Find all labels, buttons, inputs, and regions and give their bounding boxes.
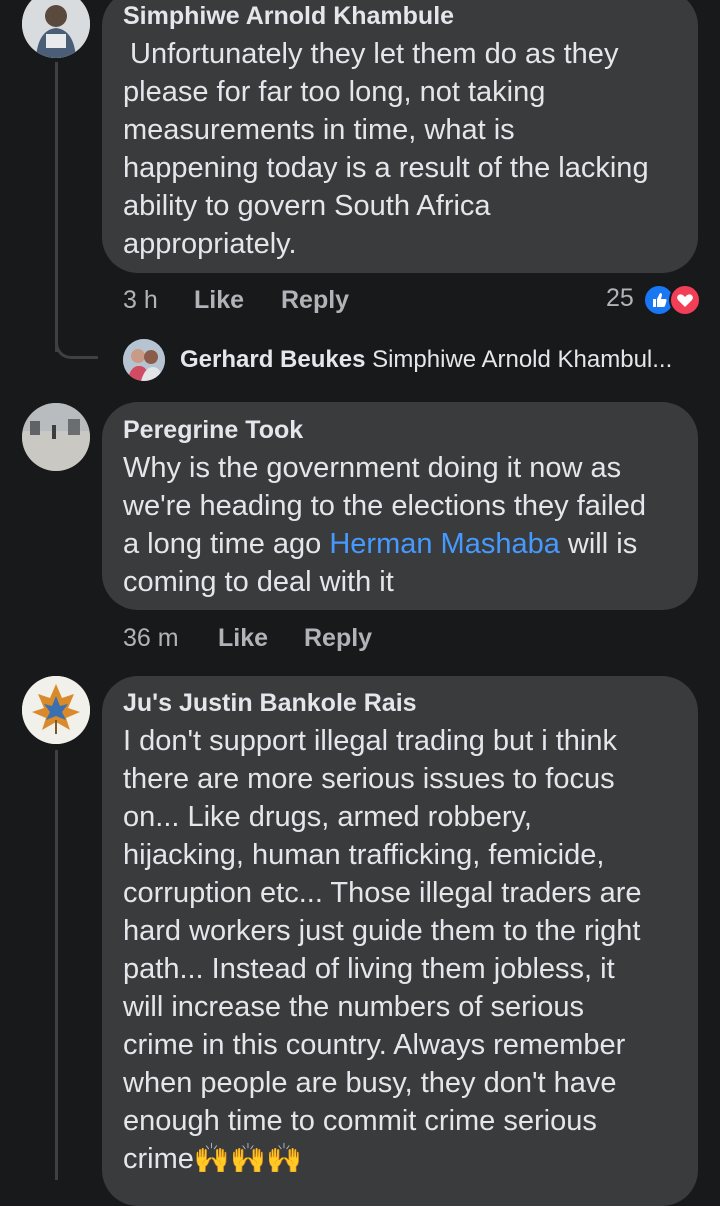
comment-timestamp[interactable]: 36 m	[123, 624, 179, 653]
comment-author[interactable]: Peregrine Took	[123, 416, 303, 445]
comment-text-line: on... Like drugs, armed robbery,	[123, 801, 532, 833]
reply-avatar[interactable]	[123, 339, 165, 381]
reply-snippet: Simphiwe Arnold Khambul...	[372, 346, 673, 373]
comment-text-line: hijacking, human trafficking, femicide,	[123, 839, 605, 871]
reply-button[interactable]: Reply	[281, 286, 349, 315]
like-button[interactable]: Like	[218, 624, 268, 653]
comment-text-line: corruption etc... Those illegal traders …	[123, 877, 642, 909]
thread-line	[55, 62, 58, 352]
comment-text-line: path... Instead of living them jobless, …	[123, 953, 615, 985]
avatar[interactable]	[22, 403, 90, 471]
comment-text-fragment: will is	[559, 528, 638, 560]
comment-text-line: enough time to commit crime serious	[123, 1105, 597, 1137]
comment-text-fragment: a long time ago	[123, 528, 330, 560]
comment-text: Unfortunately they let them do as they p…	[123, 35, 649, 263]
like-button[interactable]: Like	[194, 286, 244, 315]
comment-text-line: please for far too long, not taking	[123, 76, 546, 108]
love-reaction-icon[interactable]	[669, 284, 701, 316]
comment-text-line: I don't support illegal trading but i th…	[123, 725, 618, 757]
comment-text-line: happening today is a result of the lacki…	[123, 152, 649, 184]
comment-text-line: Unfortunately they let them do as they	[130, 38, 619, 70]
comment-text: Why is the government doing it now as we…	[123, 449, 646, 601]
comment-text-line: ability to govern South Africa	[123, 190, 491, 222]
comment-text-line: measurements in time, what is	[123, 114, 515, 146]
comment-text-line: will increase the numbers of serious	[123, 991, 584, 1023]
avatar[interactable]	[22, 676, 90, 744]
reply-button[interactable]: Reply	[304, 624, 372, 653]
reply-preview[interactable]: Gerhard Beukes Simphiwe Arnold Khambul..…	[180, 346, 672, 374]
mention-link[interactable]: Herman Mashaba	[329, 528, 560, 560]
thread-line	[55, 750, 58, 1180]
comment-author[interactable]: Ju's Justin Bankole Rais	[123, 689, 417, 718]
comment-text-line: a long time ago Herman Mashaba will is	[123, 525, 646, 563]
comment-text-line: hard workers just guide them to the righ…	[123, 915, 641, 947]
reply-author[interactable]: Gerhard Beukes	[180, 346, 365, 373]
comment-author[interactable]: Simphiwe Arnold Khambule	[123, 2, 454, 31]
comment-text-line: when people are busy, they don't have	[123, 1067, 617, 1099]
avatar[interactable]	[22, 0, 90, 58]
comment-text: I don't support illegal trading but i th…	[123, 722, 642, 1178]
comment-text-line: crime in this country. Always remember	[123, 1029, 626, 1061]
comment-text-line: coming to deal with it	[123, 566, 394, 598]
comment-text-line: appropriately.	[123, 228, 297, 260]
thread-line-curve	[55, 340, 98, 359]
comment-timestamp[interactable]: 3 h	[123, 286, 158, 315]
comment-text-line: there are more serious issues to focus	[123, 763, 615, 795]
reaction-count[interactable]: 25	[606, 284, 634, 313]
comment-text-line: crime🙌🙌🙌	[123, 1143, 303, 1175]
comment-text-line: Why is the government doing it now as	[123, 452, 622, 484]
comment-text-line: we're heading to the elections they fail…	[123, 490, 647, 522]
